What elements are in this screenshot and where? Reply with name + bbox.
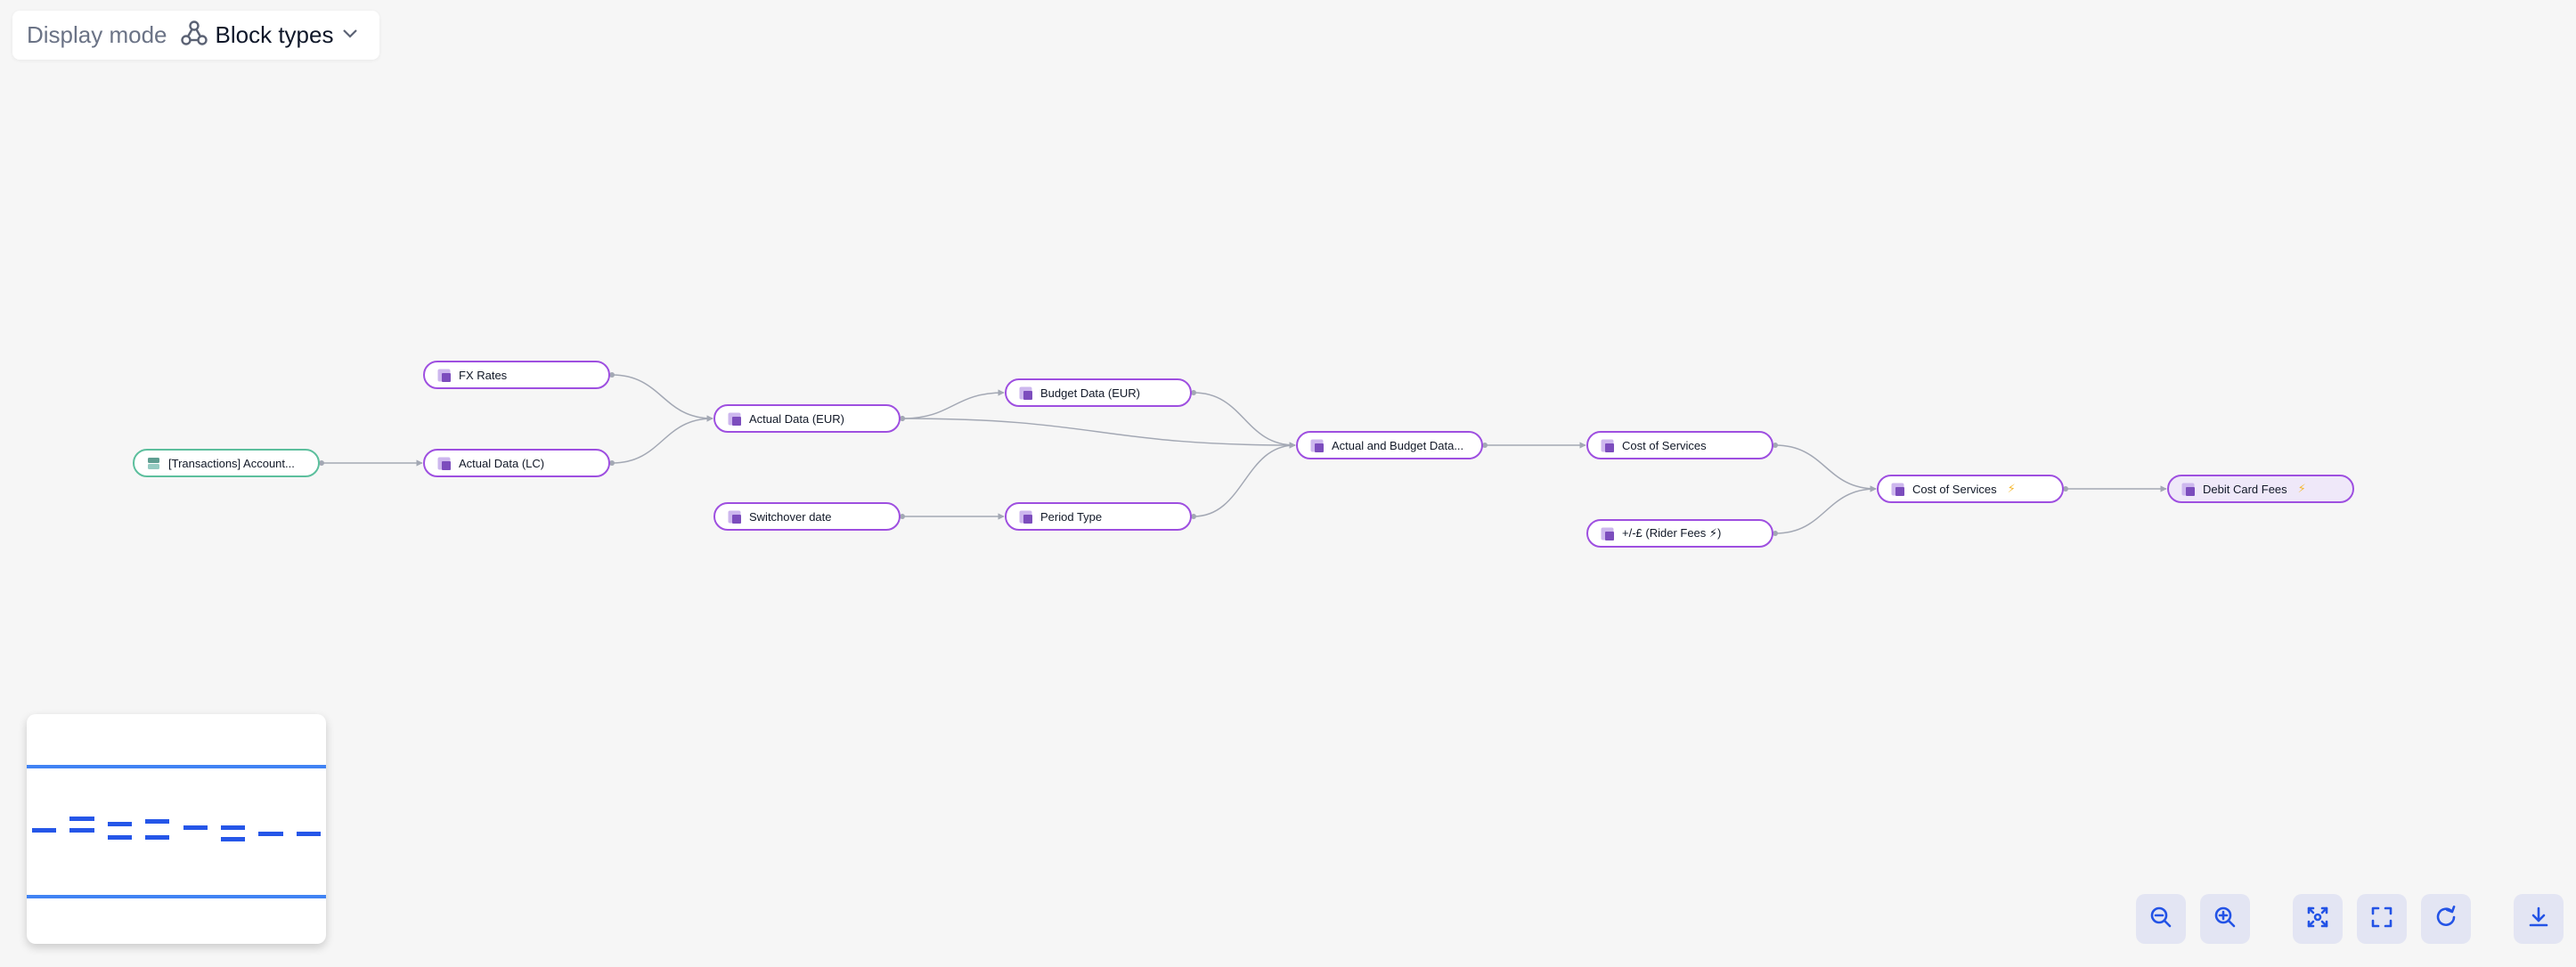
block-icon [1310,439,1324,452]
block-icon [1601,439,1614,452]
node-cost-services[interactable]: Cost of Services [1586,431,1773,459]
node-debit-card-fees[interactable]: Debit Card Fees ⚡ [2167,475,2354,503]
node-cost-services-2[interactable]: Cost of Services ⚡ [1877,475,2064,503]
node-label: Cost of Services [1912,482,1997,496]
node-label: Switchover date [749,509,832,524]
download-icon [2526,905,2551,934]
block-icon [2181,483,2195,496]
minimap[interactable] [27,714,326,944]
graph-nodes-icon [180,19,208,52]
zoom-out-icon [2148,905,2173,934]
block-icon [437,369,451,382]
node-label: +/-£ (Rider Fees ⚡) [1622,526,1722,540]
node-actual-eur[interactable]: Actual Data (EUR) [713,404,901,433]
minimap-node [107,822,132,827]
node-label: [Transactions] Account... [168,456,295,470]
block-icon [1019,510,1032,524]
minimap-node [221,837,246,842]
display-mode-value: Block types [215,21,334,48]
node-actual-budget[interactable]: Actual and Budget Data... [1296,431,1483,459]
fit-view-button[interactable] [2293,894,2343,944]
minimap-node [107,834,132,840]
minimap-node [69,827,94,833]
minimap-node [32,827,57,833]
block-icon [1891,483,1904,496]
node-label: Actual Data (LC) [459,456,545,470]
node-label: Period Type [1040,509,1103,524]
minimap-viewport-bottom[interactable] [27,895,326,898]
zoom-in-button[interactable] [2200,894,2250,944]
focus-icon [2305,905,2330,934]
lightning-icon: ⚡ [2007,482,2016,495]
minimap-node [296,831,321,836]
graph-canvas[interactable]: [Transactions] Account... FX Rates Actual … [0,0,2576,967]
edge-actual-eur-to-actual-budget [901,418,1296,449]
node-label: Actual and Budget Data... [1332,438,1464,452]
table-icon [147,457,160,470]
node-label: Budget Data (EUR) [1040,386,1140,400]
edge-rider-fees-to-cost-services-2 [1774,485,1877,534]
minimap-node [183,825,208,831]
lightning-icon: ⚡ [2297,482,2306,495]
download-button[interactable] [2514,894,2564,944]
edge-period-type-to-actual-budget [1193,442,1296,517]
minimap-node [145,818,170,824]
node-transactions[interactable]: [Transactions] Account... [133,449,320,477]
node-budget-eur[interactable]: Budget Data (EUR) [1005,378,1192,407]
minimap-node [145,834,170,840]
node-actual-lc[interactable]: Actual Data (LC) [423,449,610,477]
display-mode-dropdown[interactable]: Block types [180,19,361,52]
node-period-type[interactable]: Period Type [1005,502,1192,531]
node-label: Cost of Services [1622,438,1707,452]
refresh-icon [2433,905,2458,934]
block-icon [1601,527,1614,540]
minimap-viewport-top[interactable] [27,765,326,768]
node-label: Actual Data (EUR) [749,411,844,426]
edge-actual-lc-to-actual-eur [611,415,713,464]
minimap-node [221,825,246,831]
minimap-node [69,817,94,821]
node-label: Debit Card Fees [2203,482,2287,496]
block-icon [437,457,451,470]
zoom-out-button[interactable] [2136,894,2186,944]
display-mode-label: Display mode [27,21,167,48]
node-switchover[interactable]: Switchover date [713,502,901,531]
block-icon [728,412,741,426]
display-mode-selector: Display mode Block types [12,11,379,60]
refresh-button[interactable] [2421,894,2471,944]
zoom-in-icon [2213,905,2238,934]
fullscreen-button[interactable] [2357,894,2407,944]
block-icon [728,510,741,524]
block-icon [1019,386,1032,400]
edge-cost-services-to-cost-services-2 [1774,444,1877,492]
node-rider-fees[interactable]: +/-£ (Rider Fees ⚡) [1586,519,1773,548]
chevron-down-icon [340,23,360,47]
fullscreen-icon [2369,905,2394,934]
edge-budget-eur-to-actual-budget [1193,392,1296,449]
edge-actual-eur-to-budget-eur [901,389,1005,419]
edge-fx-rates-to-actual-eur [611,374,713,422]
node-label: FX Rates [459,368,508,382]
node-fx-rates[interactable]: FX Rates [423,361,610,389]
minimap-node [258,831,283,836]
